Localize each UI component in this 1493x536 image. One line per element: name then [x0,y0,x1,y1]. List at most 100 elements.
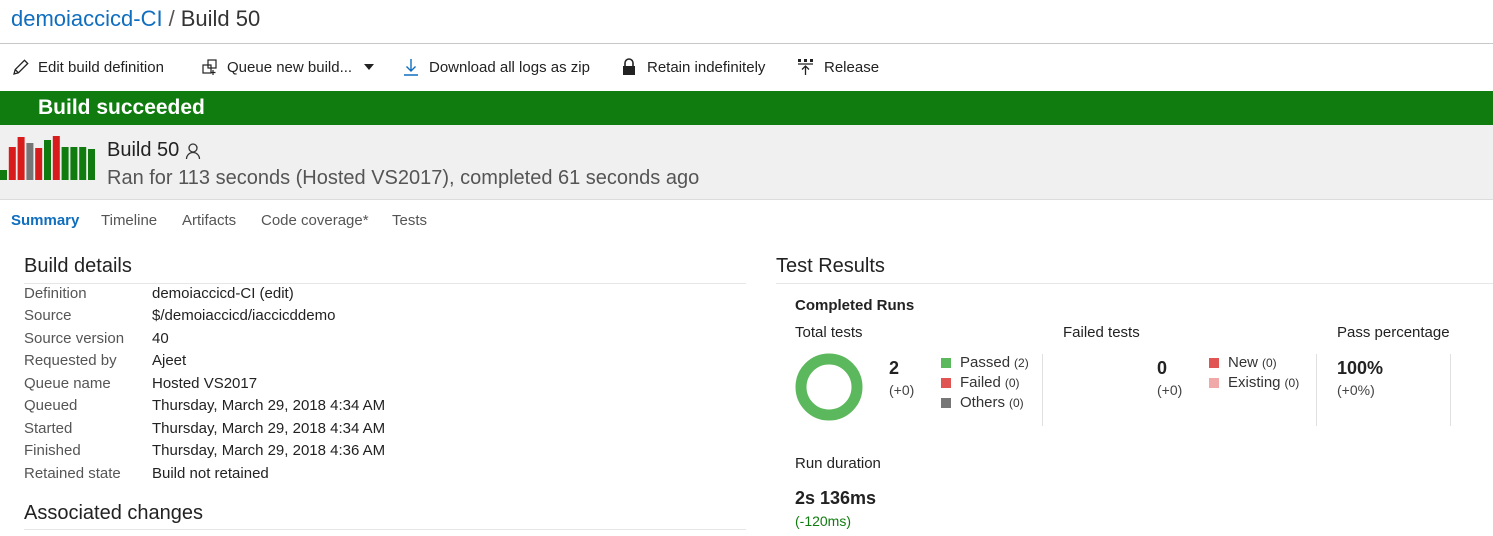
requested-by-value: Ajeet [152,352,187,369]
retain-indefinitely-button[interactable]: Retain indefinitely [620,52,765,82]
build-history-bar-failed[interactable] [8,147,16,180]
failed-tests-value: 0 [1157,358,1168,378]
legend-passed: Passed (2) [941,354,1029,371]
source-version-link[interactable]: 40 [152,330,169,347]
tab-summary[interactable]: Summary [11,212,79,229]
release-button[interactable]: Release [797,52,879,82]
completed-runs-label: Completed Runs [795,297,915,314]
failed-tests-delta: (+0) [1157,382,1183,398]
run-duration-value: 2s 136ms [795,488,877,508]
toolbar: Edit build definition Queue new build...… [0,52,1493,82]
detail-label: Source [24,307,72,324]
started-value: Thursday, March 29, 2018 4:34 AM [152,420,386,437]
title-bar: demoiaccicd-CI / Build 50 [0,0,1493,44]
build-history-bar-succeeded[interactable] [79,147,87,180]
retained-state-value: Build not retained [152,465,269,482]
build-history-bar-succeeded[interactable] [88,149,95,180]
breadcrumb-separator: / [168,6,175,31]
tab-timeline[interactable]: Timeline [101,212,157,229]
legend-count: (0) [1262,355,1277,370]
detail-label: Source version [24,330,125,347]
legend-others: Others (0) [941,394,1024,411]
retain-indefinitely-label: Retain indefinitely [647,58,766,76]
divider [1042,354,1043,426]
release-icon [798,59,813,75]
build-status-banner: Build succeeded [0,91,1493,125]
detail-label: Retained state [24,465,121,482]
existing-swatch [1209,377,1219,388]
edit-build-definition-button[interactable]: Edit build definition [11,52,164,82]
legend-new: New (0) [1209,354,1277,371]
download-icon [404,59,418,76]
source-link[interactable]: $/demoiaccicd/iaccicddemo [152,307,335,324]
divider [776,283,1493,284]
divider [24,283,746,284]
legend-label: Existing [1228,374,1281,391]
pencil-icon [13,59,29,75]
total-tests-label: Total tests [795,324,863,341]
legend-count: (0) [1284,375,1300,390]
page-title: Build 50 [180,6,261,31]
build-name: Build 50 [107,139,180,161]
download-logs-label: Download all logs as zip [429,58,590,76]
legend-count: (0) [1004,375,1020,390]
legend-failed: Failed (0) [941,374,1020,391]
legend-label: New [1228,354,1259,371]
build-history-bar-succeeded[interactable] [44,140,51,180]
queued-value: Thursday, March 29, 2018 4:34 AM [152,397,386,414]
build-name-row: Build 50 [107,139,201,162]
legend-count: (0) [1009,395,1024,410]
detail-label: Queued [24,397,78,414]
build-history-bar-succeeded[interactable] [0,170,7,180]
queue-new-build-label: Queue new build... [227,58,353,76]
queue-build-icon [202,59,217,75]
legend-existing: Existing (0) [1209,374,1299,391]
detail-label: Finished [24,442,81,459]
build-history-chart[interactable] [0,125,100,199]
download-logs-button[interactable]: Download all logs as zip [402,52,590,82]
build-history-bar-succeeded[interactable] [61,147,69,180]
legend-label: Failed [960,374,1001,391]
pass-percentage-value: 100% [1337,358,1384,378]
definition-link[interactable]: demoiaccicd-CI (edit) [152,285,294,302]
user-icon [186,142,201,159]
run-duration-label: Run duration [795,455,881,472]
build-description: Ran for 113 seconds (Hosted VS2017), com… [107,167,700,189]
total-tests-delta: (+0) [889,382,915,398]
definition-breadcrumb-link[interactable]: demoiaccicd-CI [11,6,163,31]
lock-icon [623,58,635,75]
legend-label: Passed [960,354,1011,371]
finished-value: Thursday, March 29, 2018 4:36 AM [152,442,386,459]
run-duration-delta: (-120ms) [795,513,852,529]
associated-changes-heading: Associated changes [24,502,204,524]
detail-label: Requested by [24,352,117,369]
build-history-bar-succeeded[interactable] [70,147,78,180]
divider [1316,354,1317,426]
total-tests-donut [795,353,863,421]
tab-artifacts[interactable]: Artifacts [182,212,236,229]
pass-percentage-label: Pass percentage [1337,324,1450,341]
build-history-bar-failed[interactable] [52,136,60,180]
detail-label: Queue name [24,375,111,392]
queue-new-build-button[interactable]: Queue new build... [200,52,375,82]
legend-count: (2) [1014,355,1029,370]
legend-label: Others [960,394,1006,411]
detail-label: Definition [24,285,87,302]
chevron-down-icon[interactable] [364,64,375,70]
divider [24,529,746,530]
build-details-heading: Build details [24,255,132,277]
release-label: Release [824,58,880,76]
breadcrumb: demoiaccicd-CI / Build 50 [11,6,260,32]
failed-tests-label: Failed tests [1063,324,1140,341]
detail-label: Started [24,420,73,437]
test-results-heading: Test Results [776,255,885,277]
build-history-bar-failed[interactable] [35,148,43,180]
tab-tests[interactable]: Tests [392,212,427,229]
build-history-bar-other[interactable] [26,143,34,180]
tab-code-coverage[interactable]: Code coverage* [261,212,369,229]
queue-name-link[interactable]: Hosted VS2017 [152,375,257,392]
donut-passed-segment [795,353,863,421]
build-status-text: Build succeeded [38,96,205,119]
total-tests-value: 2 [889,358,900,378]
build-history-bar-failed[interactable] [17,137,25,180]
